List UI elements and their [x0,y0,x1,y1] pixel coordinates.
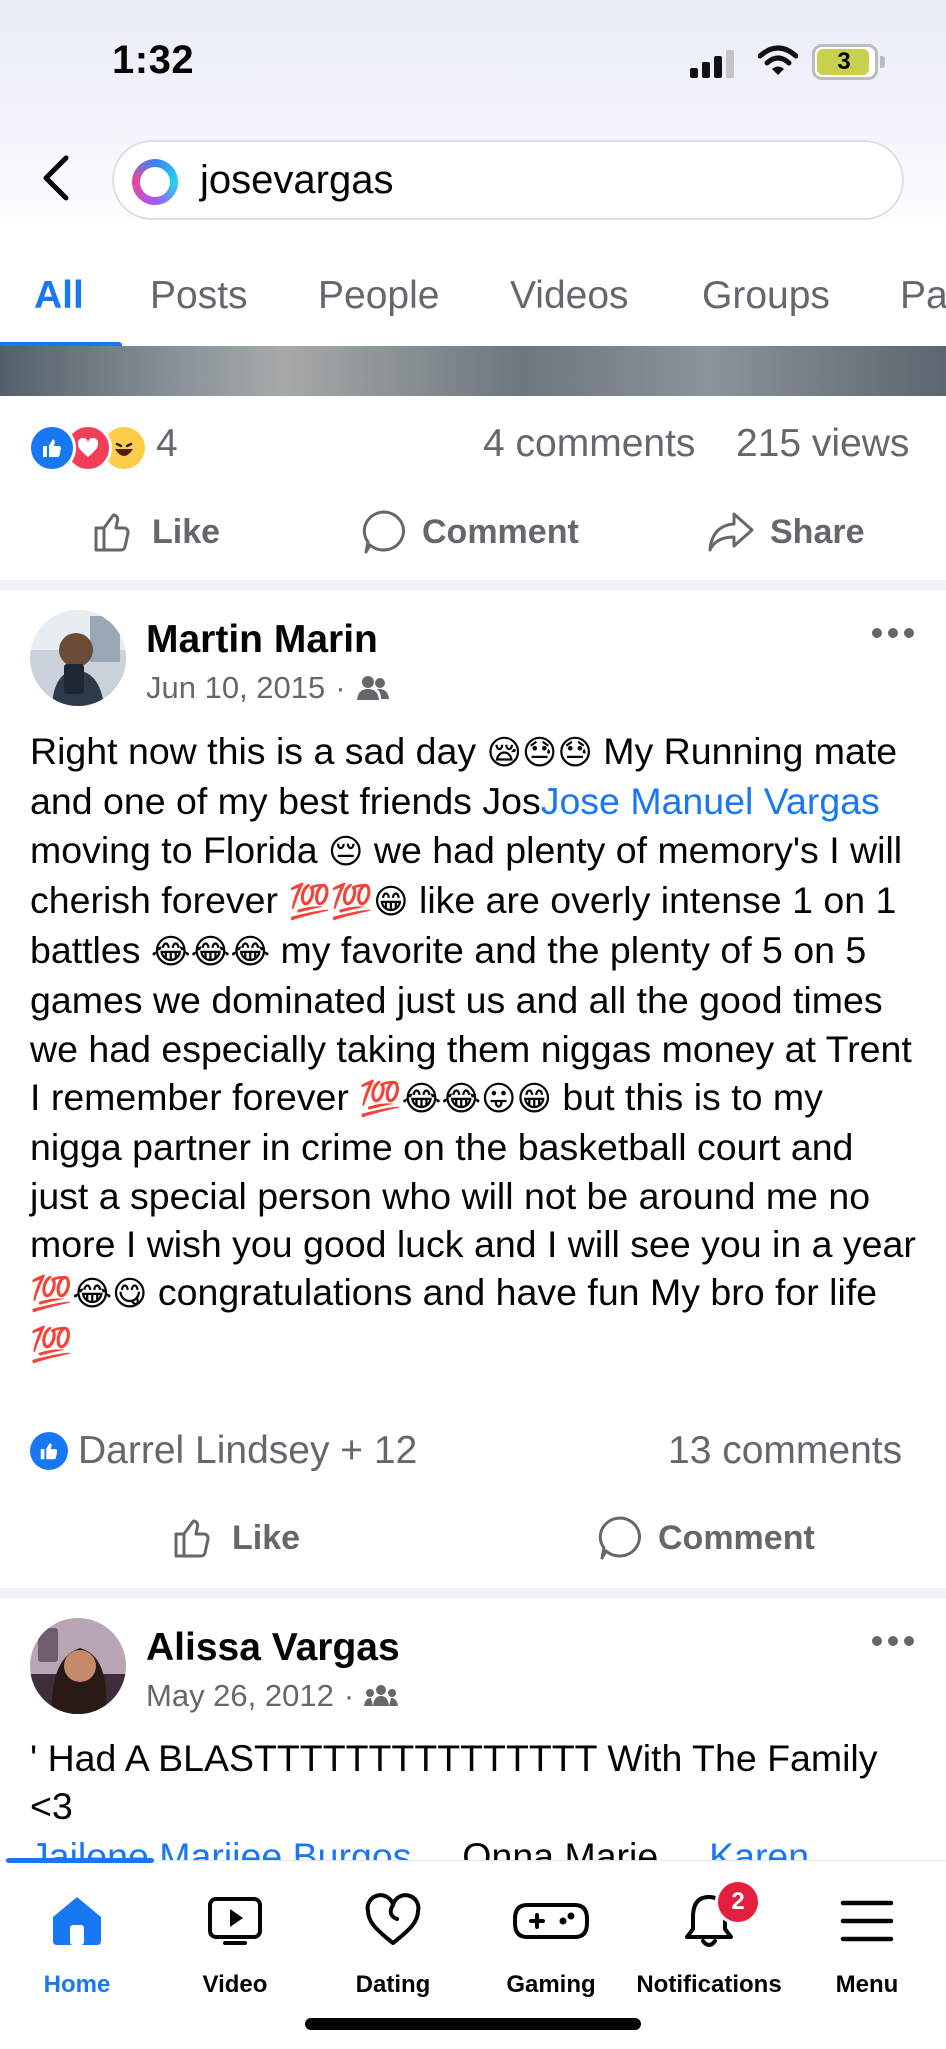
tagged-people: Jailene Mariiee Burgos Onna Marie Karen [30,1832,920,1860]
post-emoji: 💯💯😁 [288,881,409,922]
back-arrow-icon[interactable] [34,148,82,208]
post-emoji: 😪😓😓 [486,733,593,773]
view-count: 215 views [736,422,910,465]
post-author[interactable]: Alissa Vargas [146,1626,400,1670]
search-input[interactable]: josevargas [112,140,904,220]
post-emoji: 💯😂😋 [30,1274,148,1315]
more-options-icon[interactable] [872,628,916,640]
nav-dating-label: Dating [355,1971,431,1998]
nav-dating[interactable]: Dating [318,1891,468,1999]
nav-video-label: Video [202,1971,268,1998]
tab-videos[interactable]: Videos [510,274,629,318]
search-query: josevargas [200,158,394,202]
like-label: Like [152,512,221,551]
like-button[interactable]: Like [90,508,220,556]
battery-level: 3 [837,48,851,75]
menu-icon [837,1891,897,1951]
feed-progress-indicator [6,1858,154,1863]
like-button[interactable]: Like [170,1514,300,1562]
video-icon [205,1891,265,1951]
comment-button[interactable]: Comment [360,508,579,556]
post-text[interactable]: Right now this is a sad day 😪😓😓 My Runni… [30,727,920,1369]
section-divider [0,1588,946,1598]
notification-badge: 2 [715,1879,761,1925]
reaction-icons[interactable] [28,424,148,472]
tag-text[interactable]: Onna Marie [462,1835,658,1860]
tag-link[interactable]: Jailene Mariiee Burgos [30,1835,411,1860]
tab-posts[interactable]: Posts [150,274,248,318]
battery-icon: 3 [812,44,878,80]
nav-notifications-label: Notifications [636,1971,782,1998]
mention-link[interactable]: Jose Manuel Vargas [541,780,880,822]
battery-tip [880,56,885,68]
comment-icon [598,1516,641,1560]
post-meta: Jun 10, 2015 · [146,670,390,706]
bell-icon: 2 [679,1879,761,1951]
reactions-summary[interactable]: Darrel Lindsey + 12 [78,1429,417,1473]
gaming-icon [513,1891,589,1951]
status-time: 1:32 [112,38,195,82]
post-text[interactable]: ' Had A BLASTTTTTTTTTTTTTTT With The Fam… [30,1734,920,1831]
tab-all[interactable]: All [34,274,84,318]
tag-link[interactable]: Karen [709,1835,809,1860]
dating-icon [363,1891,423,1951]
post-author[interactable]: Martin Marin [146,618,378,662]
home-indicator[interactable] [305,2018,641,2030]
post-emoji: 😔 [328,831,364,872]
post-date: Jun 10, 2015 [146,670,326,705]
post-emoji: 💯 [30,1324,73,1365]
thumbs-up-icon [174,1519,210,1558]
group-audience-icon [364,1685,399,1706]
thumbs-up-icon [94,513,130,552]
more-options-icon[interactable] [872,1636,916,1648]
post-emoji: 💯😂😂😛😁 [359,1079,552,1120]
like-reaction-icon [30,1432,68,1470]
comment-count[interactable]: 13 comments [668,1429,902,1473]
comment-button[interactable]: Comment [596,1514,815,1562]
post-image[interactable] [0,346,946,396]
share-label: Share [770,512,865,551]
home-icon [47,1891,107,1951]
reaction-count[interactable]: 4 [156,422,178,466]
nav-home-label: Home [43,1971,111,1998]
section-divider [0,580,946,590]
nav-gaming[interactable]: Gaming [476,1891,626,1999]
comment-icon [362,510,405,554]
comment-count[interactable]: 4 comments [483,422,695,466]
post-emoji: 😂😂😂 [150,932,271,973]
wifi-icon [758,45,798,75]
nav-menu-label: Menu [835,1971,899,1998]
friends-audience-icon [356,676,389,700]
share-button[interactable]: Share [706,508,865,556]
nav-video[interactable]: Video [160,1891,310,1999]
nav-menu[interactable]: Menu [792,1891,942,1999]
tab-groups[interactable]: Groups [702,274,830,318]
tab-people[interactable]: People [318,274,439,318]
nav-home[interactable]: Home [2,1891,152,1999]
post-date: May 26, 2012 [146,1678,334,1713]
tab-pages[interactable]: Pa [900,274,946,318]
meta-ai-icon [132,159,178,205]
like-reaction-icon [28,424,76,472]
like-label: Like [232,1518,301,1557]
share-icon [708,512,754,552]
comment-label: Comment [658,1518,815,1557]
comment-label: Comment [422,512,579,551]
nav-gaming-label: Gaming [506,1971,596,1998]
nav-notifications[interactable]: 2 Notifications [634,1879,784,1999]
signal-icon [690,48,738,78]
post-meta: May 26, 2012 · [146,1678,399,1714]
avatar[interactable] [30,1618,126,1714]
avatar[interactable] [30,610,126,706]
